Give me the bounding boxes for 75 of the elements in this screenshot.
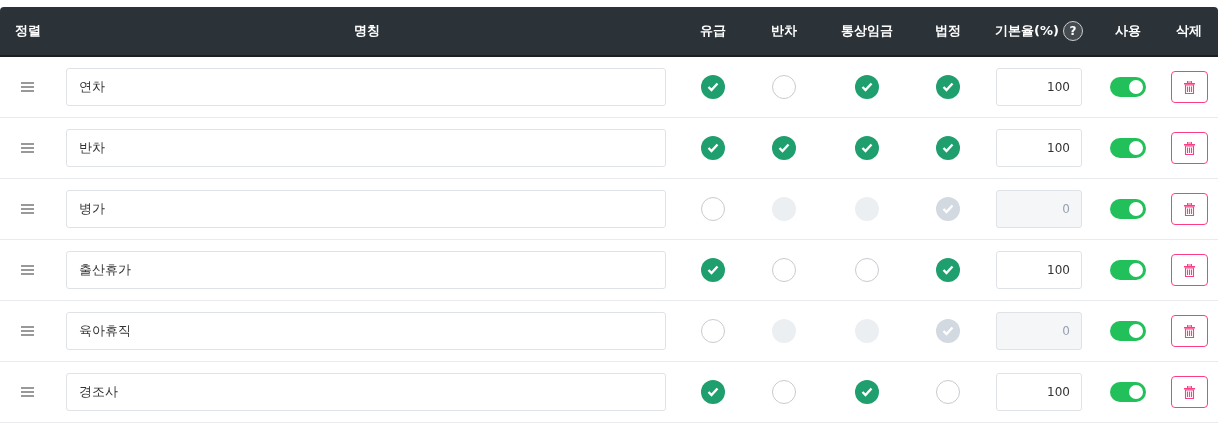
delete-button[interactable]: [1170, 315, 1208, 347]
toggle-switch[interactable]: [1110, 138, 1146, 158]
name-input-field[interactable]: 출산휴가: [66, 251, 666, 289]
name-input-field[interactable]: 연차: [66, 68, 666, 106]
name-input-field[interactable]: 반차: [66, 129, 666, 167]
check-icon: [707, 265, 719, 275]
checkbox[interactable]: [701, 197, 725, 221]
check-icon: [942, 82, 954, 92]
checkbox[interactable]: [701, 380, 725, 404]
check-icon: [942, 326, 954, 336]
toggle-switch[interactable]: [1110, 199, 1146, 219]
column-header: 삭제: [1176, 22, 1202, 40]
trash-icon: [1183, 385, 1195, 399]
check-icon: [861, 143, 873, 153]
checkbox[interactable]: [936, 380, 960, 404]
column-header: 유급: [700, 22, 726, 40]
checkbox[interactable]: [936, 136, 960, 160]
checkbox[interactable]: [772, 258, 796, 282]
column-header: 반차: [771, 22, 797, 40]
column-header: 정렬: [14, 22, 41, 40]
trash-icon: [1183, 263, 1195, 277]
trash-icon: [1183, 324, 1195, 338]
trash-icon: [1183, 80, 1195, 94]
check-icon: [942, 143, 954, 153]
delete-button[interactable]: [1170, 254, 1208, 286]
delete-button[interactable]: [1170, 376, 1208, 408]
drag-handle-icon[interactable]: [21, 387, 34, 397]
column-header: 통상임금: [841, 22, 893, 40]
checkbox[interactable]: [701, 258, 725, 282]
column-header: 기본율(%): [995, 22, 1059, 40]
checkbox[interactable]: [701, 136, 725, 160]
toggle-switch[interactable]: [1110, 321, 1146, 341]
trash-icon: [1183, 202, 1195, 216]
drag-handle-icon[interactable]: [21, 326, 34, 336]
check-icon: [707, 387, 719, 397]
rate-input-field[interactable]: 100: [996, 373, 1082, 411]
checkbox[interactable]: [701, 75, 725, 99]
rate-input-field[interactable]: 100: [996, 251, 1082, 289]
check-icon: [942, 204, 954, 214]
drag-handle-icon[interactable]: [21, 82, 34, 92]
trash-icon: [1183, 141, 1195, 155]
column-header: 사용: [1115, 22, 1141, 40]
check-icon: [707, 143, 719, 153]
checkbox[interactable]: [855, 136, 879, 160]
check-icon: [942, 265, 954, 275]
rate-input-field[interactable]: 100: [996, 68, 1082, 106]
name-input-field[interactable]: 병가: [66, 190, 666, 228]
column-header: 법정: [935, 22, 961, 40]
check-icon: [861, 82, 873, 92]
column-header: 명칭: [353, 22, 380, 40]
checkbox[interactable]: [855, 258, 879, 282]
toggle-switch[interactable]: [1110, 77, 1146, 97]
drag-handle-icon[interactable]: [21, 204, 34, 214]
checkbox[interactable]: [772, 380, 796, 404]
toggle-switch[interactable]: [1110, 382, 1146, 402]
checkbox[interactable]: [855, 75, 879, 99]
checkbox[interactable]: [936, 75, 960, 99]
name-input-field[interactable]: 육아휴직: [66, 312, 666, 350]
checkbox[interactable]: [855, 380, 879, 404]
drag-handle-icon[interactable]: [21, 143, 34, 153]
check-icon: [707, 82, 719, 92]
help-icon[interactable]: ?: [1062, 21, 1083, 41]
toggle-switch[interactable]: [1110, 260, 1146, 280]
check-icon: [861, 387, 873, 397]
rate-input-field[interactable]: 100: [996, 129, 1082, 167]
checkbox[interactable]: [701, 319, 725, 343]
check-icon: [778, 143, 790, 153]
drag-handle-icon[interactable]: [21, 265, 34, 275]
checkbox[interactable]: [772, 136, 796, 160]
name-input-field[interactable]: 경조사: [66, 373, 666, 411]
delete-button[interactable]: [1170, 71, 1208, 103]
delete-button[interactable]: [1170, 132, 1208, 164]
checkbox[interactable]: [936, 258, 960, 282]
delete-button[interactable]: [1170, 193, 1208, 225]
checkbox[interactable]: [772, 75, 796, 99]
